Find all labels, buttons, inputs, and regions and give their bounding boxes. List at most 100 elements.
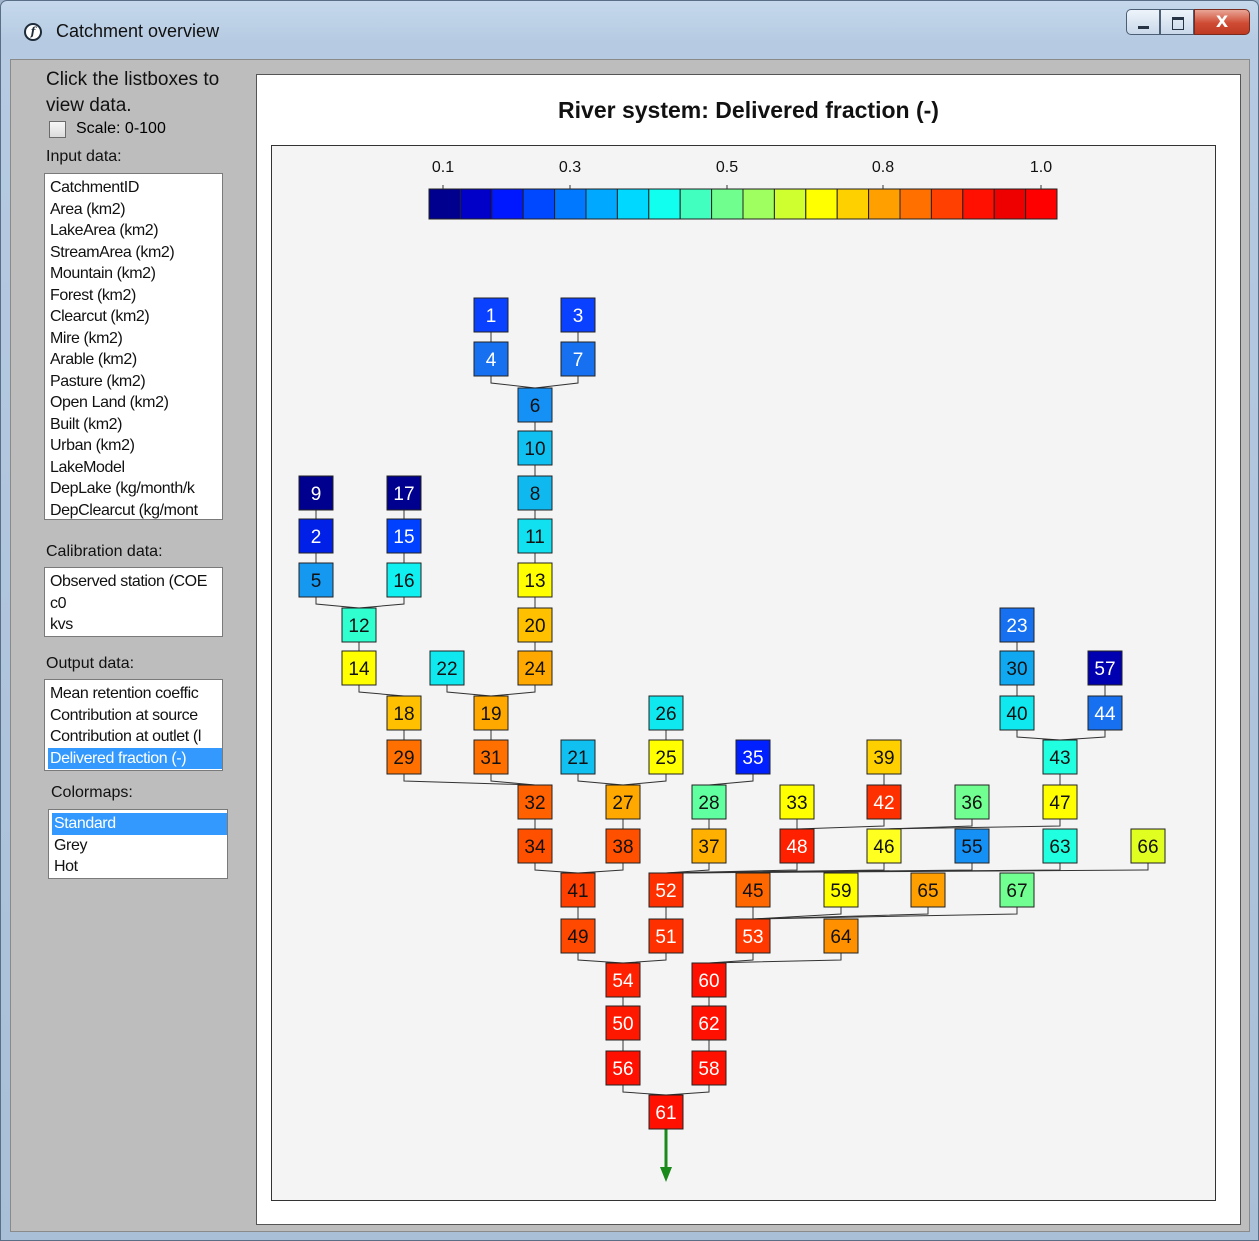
river-link xyxy=(534,376,579,389)
river-link xyxy=(358,597,405,609)
input-data-item[interactable]: CatchmentID xyxy=(48,177,222,199)
river-link xyxy=(1059,730,1106,741)
output-data-item[interactable]: Contribution at outlet (l xyxy=(48,726,222,748)
input-data-item[interactable]: LakeModel xyxy=(48,457,222,479)
catchment-label-1: 1 xyxy=(486,306,497,327)
catchment-label-54: 54 xyxy=(612,971,634,992)
input-data-item[interactable]: Open Land (km2) xyxy=(48,392,222,414)
catchment-label-40: 40 xyxy=(1006,704,1027,725)
catchment-label-27: 27 xyxy=(612,793,633,814)
catchment-label-29: 29 xyxy=(393,748,414,769)
catchment-label-62: 62 xyxy=(698,1014,719,1035)
colormap-item[interactable]: Standard xyxy=(52,813,227,835)
input-data-item[interactable]: Pasture (km2) xyxy=(48,371,222,393)
colorbar-segment xyxy=(930,188,964,220)
input-data-item[interactable]: StreamArea (km2) xyxy=(48,242,222,264)
input-data-item[interactable]: Area (km2) xyxy=(48,199,222,221)
colorbar-segment xyxy=(679,188,713,220)
minimize-button[interactable] xyxy=(1126,9,1160,35)
colorbar-segment xyxy=(616,188,650,220)
app-logo-icon[interactable]: f xyxy=(24,23,42,41)
catchment-label-38: 38 xyxy=(612,837,633,858)
input-data-listbox[interactable]: CatchmentID Area (km2) LakeArea (km2) Strea… xyxy=(44,173,223,520)
input-data-item[interactable]: DepLake (kg/month/k xyxy=(48,478,222,500)
maximize-button[interactable] xyxy=(1160,9,1194,35)
close-button[interactable]: X xyxy=(1194,9,1250,35)
catchment-label-11: 11 xyxy=(525,527,545,548)
calibration-data-item[interactable]: c0 xyxy=(48,593,222,615)
river-link xyxy=(708,953,754,964)
output-data-item[interactable]: Mean retention coeffic xyxy=(48,683,222,705)
input-data-item[interactable]: Mire (km2) xyxy=(48,328,222,350)
catchment-label-64: 64 xyxy=(830,927,852,948)
chart-title: River system: Delivered fraction (-) xyxy=(558,97,939,123)
river-link xyxy=(534,863,579,874)
colormap-item[interactable]: Hot xyxy=(52,856,227,878)
colorbar-tick-label: 1.0 xyxy=(1030,159,1052,176)
catchment-label-63: 63 xyxy=(1049,837,1070,858)
river-link xyxy=(315,597,360,609)
outlet-arrow-head xyxy=(660,1167,672,1182)
catchment-label-15: 15 xyxy=(393,527,414,548)
calibration-data-listbox[interactable]: Observed station (COE c0 kvs xyxy=(44,567,223,637)
catchment-label-16: 16 xyxy=(393,571,414,592)
output-data-label: Output data: xyxy=(46,655,135,672)
catchment-label-39: 39 xyxy=(873,748,894,769)
input-data-item[interactable]: Arable (km2) xyxy=(48,349,222,371)
title-bar[interactable]: f Catchment overview X xyxy=(1,1,1258,61)
calibration-data-item[interactable]: Observed station (COE xyxy=(48,571,222,593)
river-link xyxy=(665,1085,710,1096)
colorbar-segment xyxy=(773,188,807,220)
catchment-label-53: 53 xyxy=(742,927,763,948)
colorbar-segment xyxy=(522,188,556,220)
calibration-data-item[interactable]: kvs xyxy=(48,614,222,636)
river-link xyxy=(708,774,754,786)
catchment-label-42: 42 xyxy=(873,793,894,814)
catchment-label-26: 26 xyxy=(655,704,676,725)
colorbar-segment xyxy=(711,188,744,220)
catchment-label-58: 58 xyxy=(698,1059,719,1080)
input-data-item[interactable]: Built (km2) xyxy=(48,414,222,436)
app-window: f Catchment overview X Click the listbox… xyxy=(0,0,1259,1241)
river-link xyxy=(796,819,885,830)
catchment-label-20: 20 xyxy=(524,616,545,637)
river-link xyxy=(490,685,536,697)
input-data-label: Input data: xyxy=(46,148,122,165)
input-data-item[interactable]: Forest (km2) xyxy=(48,285,222,307)
river-link xyxy=(622,774,667,786)
catchment-label-19: 19 xyxy=(480,704,501,725)
output-data-item[interactable]: Contribution at source xyxy=(48,705,222,727)
catchment-label-51: 51 xyxy=(655,927,676,948)
output-data-listbox[interactable]: Mean retention coeffic Contribution at so… xyxy=(44,679,223,771)
colormaps-listbox[interactable]: Standard Grey Hot xyxy=(48,809,228,879)
input-data-item[interactable]: Clearcut (km2) xyxy=(48,306,222,328)
colorbar-segment xyxy=(585,188,618,220)
input-data-item[interactable]: DepClearcut (kg/mont xyxy=(48,500,222,520)
catchment-label-31: 31 xyxy=(480,748,501,769)
scale-checkbox[interactable] xyxy=(49,120,66,138)
river-link xyxy=(490,376,536,389)
catchment-label-33: 33 xyxy=(786,793,807,814)
input-data-item[interactable]: LakeArea (km2) xyxy=(48,220,222,242)
colorbar-tick-label: 0.3 xyxy=(559,159,581,176)
catchment-label-6: 6 xyxy=(530,396,541,417)
colormap-item[interactable]: Grey xyxy=(52,835,227,857)
input-data-item[interactable]: Mountain (km2) xyxy=(48,263,222,285)
catchment-label-43: 43 xyxy=(1049,748,1070,769)
catchment-label-8: 8 xyxy=(530,484,541,505)
chart-panel: River system: Delivered fraction (-) 0.1… xyxy=(256,74,1241,1225)
catchment-label-13: 13 xyxy=(524,571,545,592)
colorbar-segment xyxy=(648,188,681,220)
catchment-label-60: 60 xyxy=(698,971,719,992)
output-data-item[interactable]: Delivered fraction (-) xyxy=(48,747,222,769)
scale-checkbox-row[interactable]: Scale: 0-100 xyxy=(49,120,166,138)
river-link xyxy=(577,863,624,874)
colorbar-segment xyxy=(491,188,524,220)
catchment-label-28: 28 xyxy=(698,793,719,814)
calibration-data-label: Calibration data: xyxy=(46,543,163,560)
colormaps-label: Colormaps: xyxy=(51,784,133,801)
input-data-item[interactable]: Urban (km2) xyxy=(48,435,222,457)
catchment-label-67: 67 xyxy=(1006,881,1027,902)
catchment-label-5: 5 xyxy=(311,571,322,592)
catchment-label-52: 52 xyxy=(655,881,676,902)
